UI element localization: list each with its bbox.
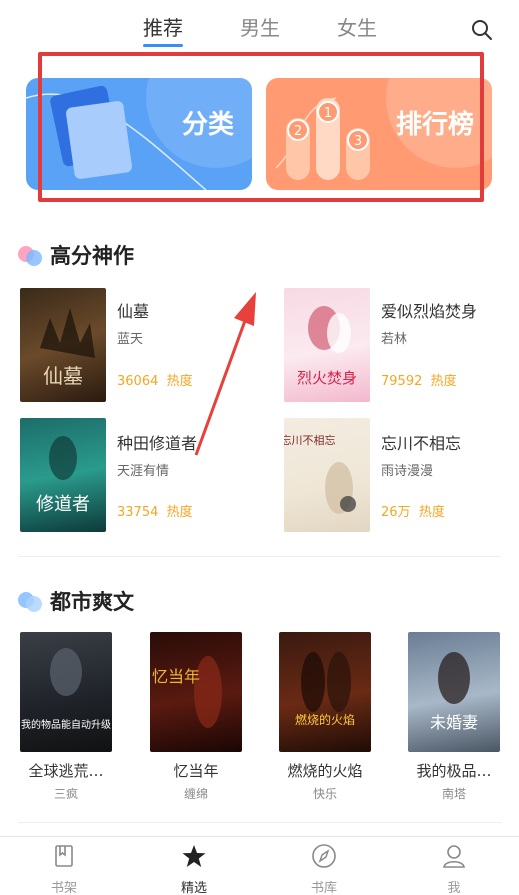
book-title[interactable]: 忘川不相忘 — [381, 430, 461, 454]
book-author: 快乐 — [312, 787, 337, 801]
cover-title: 忆当年 — [152, 667, 200, 686]
book-title[interactable]: 仙墓 — [117, 298, 149, 322]
book-cover[interactable]: 忘川不相忘 — [284, 418, 370, 532]
user-icon — [443, 845, 465, 868]
compass-icon — [312, 844, 336, 868]
cover-art: 我的物品能自动升级 — [21, 648, 111, 731]
book-heat: 79592 热度 — [381, 374, 457, 389]
book-title[interactable]: 我的极品… — [408, 760, 500, 781]
nav-library[interactable]: 书库 — [289, 843, 359, 895]
book-author: 蓝天 — [117, 332, 144, 347]
book-item[interactable]: 燃烧的火焰 燃烧的火焰 快乐 — [279, 632, 371, 802]
book-cover[interactable]: 修道者 — [20, 418, 106, 532]
section-header-top-rated: 高分神作 — [18, 240, 134, 270]
cover-title: 我的物品能自动升级 — [21, 718, 111, 731]
book-cover[interactable]: 烈火焚身 — [284, 288, 370, 402]
bookshelf-icon — [55, 845, 73, 867]
cover-art: 忆当年 — [152, 656, 222, 728]
book-cover[interactable]: 忆当年 — [150, 632, 242, 752]
book-heat: 26万 热度 — [381, 505, 445, 520]
book-title[interactable]: 忆当年 — [150, 760, 242, 781]
nav-label: 书架 — [50, 881, 77, 895]
active-tab-indicator — [143, 44, 183, 47]
book-cover[interactable]: 仙墓 — [20, 288, 106, 402]
cover-title: 燃烧的火焰 — [295, 712, 355, 727]
nav-label: 书库 — [310, 881, 337, 895]
cover-art: 未婚妻 — [430, 652, 478, 732]
book-cover[interactable]: 我的物品能自动升级 — [20, 632, 112, 752]
book-cover[interactable]: 未婚妻 — [408, 632, 500, 752]
tab-recommend[interactable]: 推荐 — [143, 12, 183, 41]
section-title: 高分神作 — [50, 244, 134, 268]
cover-art: 忘川不相忘 — [284, 433, 356, 514]
nav-me[interactable]: 我 — [419, 843, 489, 895]
highlight-frame — [38, 52, 484, 202]
top-tab-bar: 推荐 男生 女生 — [0, 0, 519, 52]
cover-title: 烈火焚身 — [297, 369, 357, 387]
book-author: 三疯 — [53, 787, 78, 801]
book-item[interactable]: 我的物品能自动升级 全球逃荒… 三疯 — [20, 632, 112, 802]
nav-featured[interactable]: 精选 — [159, 843, 229, 895]
cover-art: 烈火焚身 — [297, 306, 357, 387]
book-title[interactable]: 全球逃荒… — [20, 760, 112, 781]
book-author: 天涯有情 — [117, 464, 170, 479]
book-author: 雨诗漫漫 — [381, 464, 434, 479]
book-title[interactable]: 爱似烈焰焚身 — [381, 298, 477, 322]
cover-title: 未婚妻 — [430, 713, 478, 732]
tab-male[interactable]: 男生 — [240, 12, 280, 41]
book-author: 若林 — [381, 332, 408, 347]
book-title[interactable]: 种田修道者 — [117, 430, 197, 454]
nav-label: 我 — [447, 881, 461, 895]
book-author: 缠绵 — [183, 787, 208, 801]
book-cover[interactable]: 燃烧的火焰 — [279, 632, 371, 752]
book-heat: 36064 热度 — [117, 374, 193, 389]
book-item[interactable]: 忆当年 忆当年 缠绵 — [150, 632, 242, 802]
section-dots-icon — [18, 244, 44, 266]
star-icon — [182, 845, 206, 867]
section-dots-icon — [18, 590, 44, 612]
tab-female[interactable]: 女生 — [337, 12, 377, 41]
book-author: 南塔 — [441, 787, 466, 801]
book-item[interactable]: 未婚妻 我的极品… 南塔 — [408, 632, 500, 802]
cover-title: 仙墓 — [43, 364, 83, 388]
cover-title: 忘川不相忘 — [284, 433, 336, 447]
bottom-nav: 书架 精选 书库 我 — [0, 836, 519, 895]
nav-bookshelf[interactable]: 书架 — [29, 843, 99, 895]
section-divider — [18, 556, 501, 557]
section-header-urban: 都市爽文 — [18, 586, 134, 616]
section-title: 都市爽文 — [50, 590, 134, 614]
book-heat: 33754 热度 — [117, 505, 193, 520]
search-icon[interactable] — [470, 18, 494, 42]
cover-title: 修道者 — [36, 494, 90, 515]
section-divider — [18, 822, 501, 823]
nav-label: 精选 — [180, 881, 207, 895]
cover-art: 修道者 — [36, 436, 90, 515]
cover-art: 燃烧的火焰 — [295, 652, 355, 727]
cover-art: 仙墓 — [40, 308, 95, 388]
book-title[interactable]: 燃烧的火焰 — [279, 760, 371, 781]
